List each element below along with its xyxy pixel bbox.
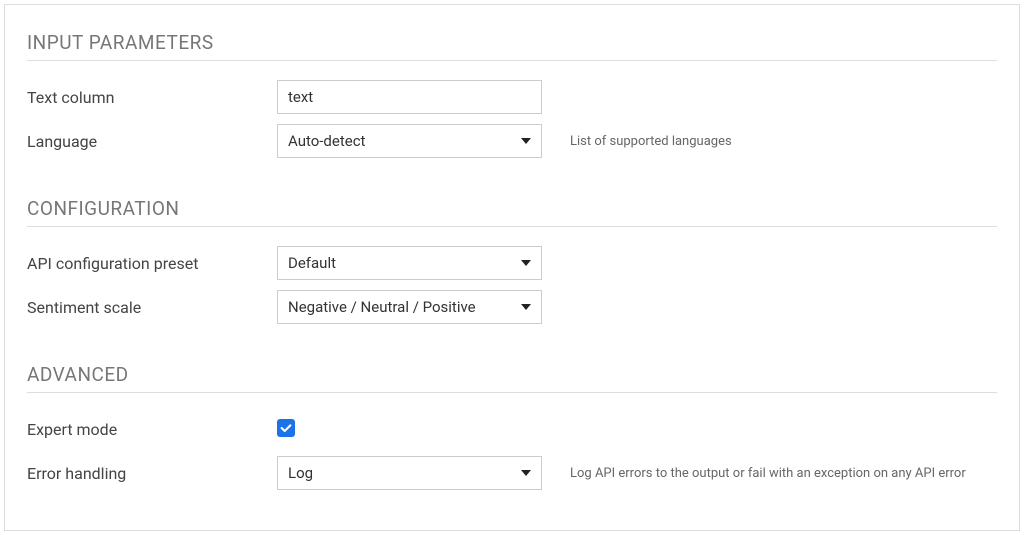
row-sentiment-scale: Sentiment scale Negative / Neutral / Pos… [27, 289, 997, 325]
text-column-input[interactable] [277, 80, 542, 114]
section-heading-input: INPUT PARAMETERS [27, 31, 997, 61]
language-select-value: Auto-detect [278, 132, 541, 150]
row-error-handling: Error handling Log Log API errors to the… [27, 455, 997, 491]
error-handling-select-value: Log [278, 464, 541, 482]
error-handling-select[interactable]: Log [277, 456, 542, 490]
caret-down-icon [521, 304, 531, 310]
row-text-column: Text column [27, 79, 997, 115]
api-preset-select[interactable]: Default [277, 246, 542, 280]
section-heading-advanced: ADVANCED [27, 363, 997, 393]
label-error-handling: Error handling [27, 464, 277, 483]
label-language: Language [27, 132, 277, 151]
settings-panel: INPUT PARAMETERS Text column Language Au… [4, 4, 1020, 531]
caret-down-icon [521, 470, 531, 476]
language-select[interactable]: Auto-detect [277, 124, 542, 158]
section-configuration: CONFIGURATION API configuration preset D… [27, 197, 997, 325]
row-expert-mode: Expert mode [27, 411, 997, 447]
sentiment-scale-select-value: Negative / Neutral / Positive [278, 298, 541, 316]
label-api-preset: API configuration preset [27, 254, 277, 273]
caret-down-icon [521, 260, 531, 266]
row-api-preset: API configuration preset Default [27, 245, 997, 281]
error-handling-help-text: Log API errors to the output or fail wit… [570, 466, 966, 481]
section-input-parameters: INPUT PARAMETERS Text column Language Au… [27, 31, 997, 159]
label-sentiment-scale: Sentiment scale [27, 298, 277, 317]
checkmark-icon [279, 421, 293, 435]
row-language: Language Auto-detect List of supported l… [27, 123, 997, 159]
expert-mode-checkbox[interactable] [277, 419, 295, 437]
label-expert-mode: Expert mode [27, 420, 277, 439]
section-advanced: ADVANCED Expert mode Error handling Log … [27, 363, 997, 491]
sentiment-scale-select[interactable]: Negative / Neutral / Positive [277, 290, 542, 324]
language-help-text: List of supported languages [570, 134, 732, 149]
caret-down-icon [521, 138, 531, 144]
api-preset-select-value: Default [278, 254, 541, 272]
section-heading-configuration: CONFIGURATION [27, 197, 997, 227]
label-text-column: Text column [27, 88, 277, 107]
